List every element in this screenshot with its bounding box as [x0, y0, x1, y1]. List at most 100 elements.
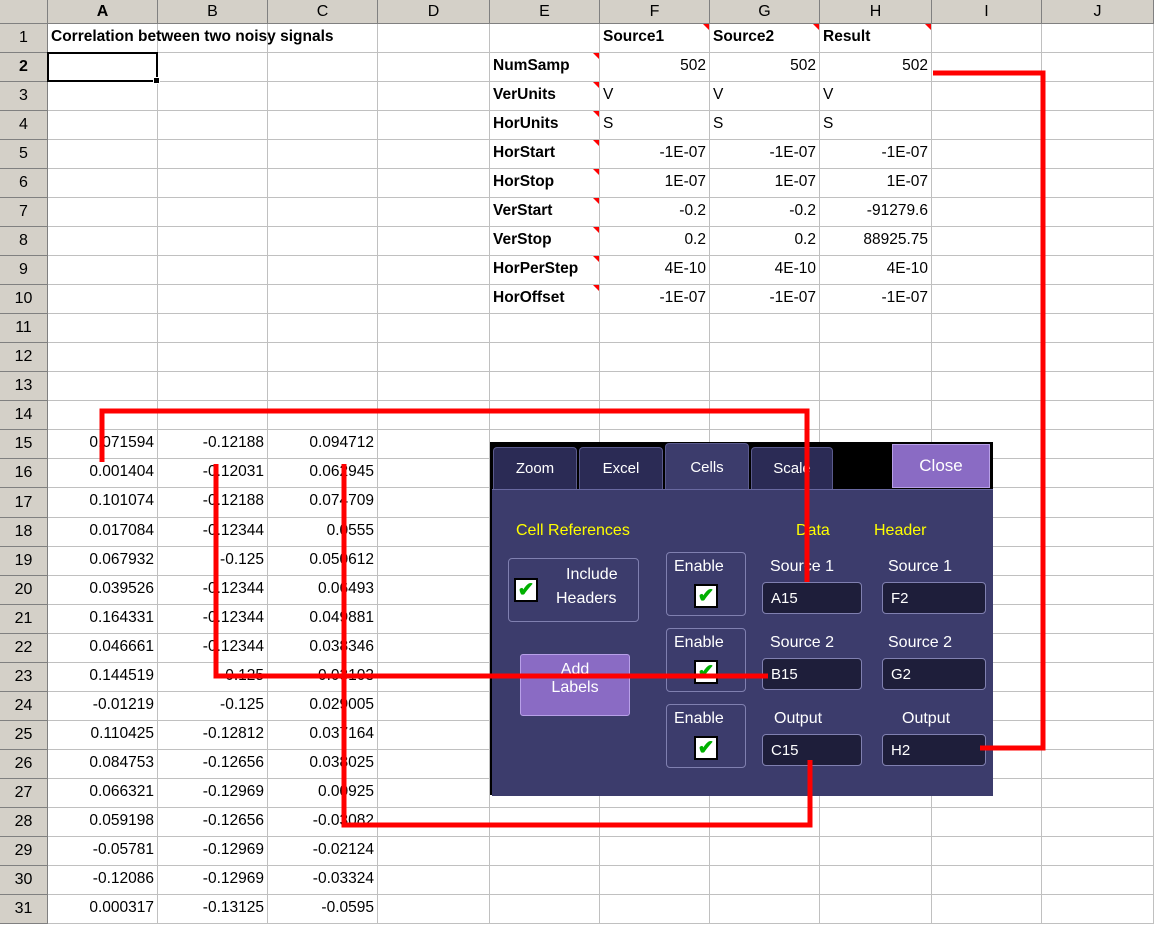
grid-cell[interactable] [1042, 111, 1154, 140]
row-header-20[interactable]: 20 [0, 576, 48, 605]
grid-cell[interactable] [378, 227, 490, 256]
row-header-5[interactable]: 5 [0, 140, 48, 169]
include-headers-checkbox[interactable]: ✔ [514, 578, 538, 602]
grid-cell[interactable] [1042, 518, 1154, 547]
row-header-4[interactable]: 4 [0, 111, 48, 140]
grid-cell[interactable] [378, 111, 490, 140]
grid-cell[interactable] [820, 372, 932, 401]
enable-source2-checkbox[interactable]: ✔ [694, 660, 718, 684]
grid-cell[interactable] [1042, 488, 1154, 518]
grid-cell[interactable] [710, 866, 820, 895]
grid-cell[interactable] [48, 343, 158, 372]
row-header-17[interactable]: 17 [0, 488, 48, 518]
row-header-2[interactable]: 2 [0, 53, 48, 82]
row-header-10[interactable]: 10 [0, 285, 48, 314]
grid-cell[interactable] [378, 750, 490, 779]
grid-cell[interactable] [820, 314, 932, 343]
row-header-27[interactable]: 27 [0, 779, 48, 808]
grid-cell[interactable] [158, 314, 268, 343]
column-header-b[interactable]: B [158, 0, 268, 24]
grid-cell[interactable] [378, 343, 490, 372]
grid-cell[interactable] [932, 198, 1042, 227]
grid-cell[interactable] [932, 169, 1042, 198]
grid-cell[interactable] [268, 169, 378, 198]
grid-cell[interactable] [600, 343, 710, 372]
grid-cell[interactable] [268, 256, 378, 285]
fill-handle[interactable] [153, 77, 160, 84]
grid-cell[interactable] [268, 343, 378, 372]
grid-cell[interactable] [600, 314, 710, 343]
grid-cell[interactable] [158, 256, 268, 285]
column-header-d[interactable]: D [378, 0, 490, 24]
grid-cell[interactable] [710, 314, 820, 343]
grid-cell[interactable] [158, 227, 268, 256]
grid-cell[interactable] [932, 866, 1042, 895]
row-header-19[interactable]: 19 [0, 547, 48, 576]
row-header-25[interactable]: 25 [0, 721, 48, 750]
grid-cell[interactable] [378, 285, 490, 314]
grid-cell[interactable] [378, 576, 490, 605]
row-header-21[interactable]: 21 [0, 605, 48, 634]
row-header-26[interactable]: 26 [0, 750, 48, 779]
grid-cell[interactable] [600, 372, 710, 401]
grid-cell[interactable] [820, 808, 932, 837]
grid-cell[interactable] [710, 343, 820, 372]
grid-cell[interactable] [378, 140, 490, 169]
grid-cell[interactable] [158, 198, 268, 227]
selected-cell-a2[interactable] [47, 52, 160, 84]
tab-zoom[interactable]: Zoom [493, 447, 577, 489]
grid-cell[interactable] [378, 721, 490, 750]
row-header-22[interactable]: 22 [0, 634, 48, 663]
grid-cell[interactable] [1042, 140, 1154, 169]
grid-cell[interactable] [932, 227, 1042, 256]
row-header-7[interactable]: 7 [0, 198, 48, 227]
row-header-30[interactable]: 30 [0, 866, 48, 895]
grid-cell[interactable] [158, 372, 268, 401]
grid-cell[interactable] [158, 401, 268, 430]
grid-cell[interactable] [1042, 692, 1154, 721]
grid-cell[interactable] [490, 837, 600, 866]
grid-cell[interactable] [378, 634, 490, 663]
grid-cell[interactable] [48, 227, 158, 256]
grid-cell[interactable] [378, 808, 490, 837]
grid-cell[interactable] [48, 169, 158, 198]
grid-cell[interactable] [1042, 314, 1154, 343]
grid-cell[interactable] [490, 895, 600, 924]
row-header-14[interactable]: 14 [0, 401, 48, 430]
grid-cell[interactable] [820, 401, 932, 430]
row-header-9[interactable]: 9 [0, 256, 48, 285]
grid-cell[interactable] [158, 111, 268, 140]
grid-cell[interactable] [378, 256, 490, 285]
grid-cell[interactable] [1042, 256, 1154, 285]
grid-cell[interactable] [932, 837, 1042, 866]
row-header-11[interactable]: 11 [0, 314, 48, 343]
column-header-f[interactable]: F [600, 0, 710, 24]
grid-cell[interactable] [1042, 663, 1154, 692]
grid-cell[interactable] [48, 256, 158, 285]
grid-cell[interactable] [378, 692, 490, 721]
select-all-corner[interactable] [0, 0, 48, 24]
grid-cell[interactable] [48, 111, 158, 140]
grid-cell[interactable] [600, 837, 710, 866]
grid-cell[interactable] [932, 140, 1042, 169]
grid-cell[interactable] [710, 895, 820, 924]
grid-cell[interactable] [490, 372, 600, 401]
grid-cell[interactable] [378, 895, 490, 924]
grid-cell[interactable] [1042, 372, 1154, 401]
grid-cell[interactable] [1042, 53, 1154, 82]
grid-cell[interactable] [820, 895, 932, 924]
grid-cell[interactable] [1042, 198, 1154, 227]
row-header-29[interactable]: 29 [0, 837, 48, 866]
output-header-field[interactable]: H2 [882, 734, 986, 766]
grid-cell[interactable] [932, 256, 1042, 285]
grid-cell[interactable] [378, 866, 490, 895]
grid-cell[interactable] [932, 401, 1042, 430]
grid-cell[interactable] [1042, 576, 1154, 605]
grid-cell[interactable] [932, 285, 1042, 314]
grid-cell[interactable] [378, 488, 490, 518]
grid-cell[interactable] [1042, 285, 1154, 314]
grid-cell[interactable] [378, 198, 490, 227]
grid-cell[interactable] [48, 372, 158, 401]
tab-excel[interactable]: Excel [579, 447, 663, 489]
grid-cell[interactable] [1042, 401, 1154, 430]
